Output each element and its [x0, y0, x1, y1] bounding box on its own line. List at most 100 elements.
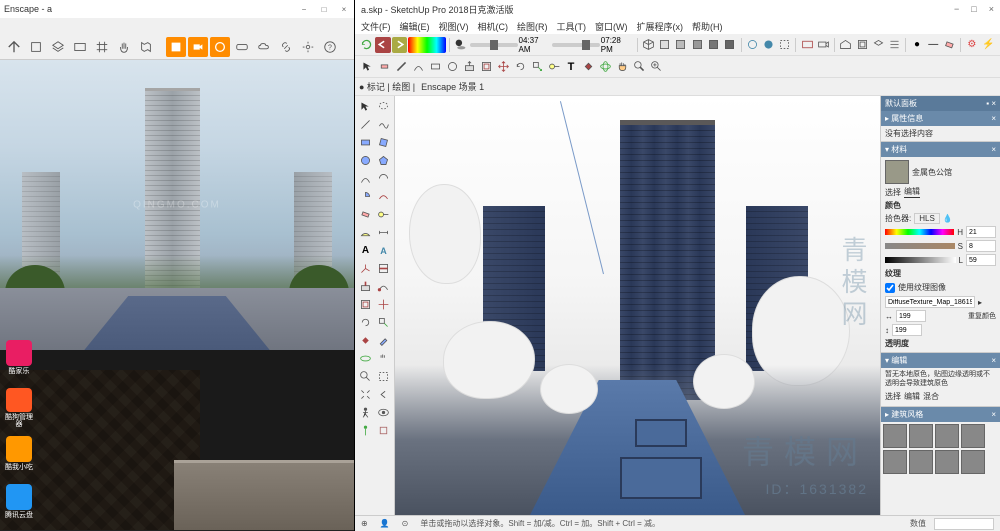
tex-width-input[interactable] — [896, 310, 926, 322]
desktop-icon-3[interactable]: 腾讯云盘 — [2, 484, 36, 524]
warehouse-icon[interactable] — [838, 37, 853, 53]
tool-link-icon[interactable] — [276, 37, 296, 57]
menu-file[interactable]: 文件(F) — [361, 20, 391, 33]
maximize-button[interactable]: □ — [318, 3, 330, 15]
enscape-viewport[interactable]: QINGMO.COM — [0, 60, 354, 531]
menu-extensions[interactable]: 扩展程序(x) — [637, 20, 684, 33]
lt-tape-icon[interactable] — [375, 206, 392, 223]
line-icon[interactable]: — — [926, 37, 941, 53]
eraser-icon[interactable] — [376, 59, 392, 75]
lt-protractor-icon[interactable] — [357, 224, 374, 241]
style-thumb[interactable] — [935, 450, 959, 474]
lt-move-icon[interactable] — [375, 296, 392, 313]
su-maximize-button[interactable]: □ — [971, 4, 976, 14]
tool-nav-icon[interactable] — [4, 37, 24, 57]
xray-icon[interactable] — [777, 37, 792, 53]
tool-hand-icon[interactable] — [114, 37, 134, 57]
lt-section2-icon[interactable] — [375, 422, 392, 439]
lt-look-icon[interactable] — [375, 404, 392, 421]
close-icon[interactable]: × — [991, 145, 996, 154]
tex-height-input[interactable] — [892, 324, 922, 336]
lt-lasso-icon[interactable] — [375, 98, 392, 115]
desktop-icon-2[interactable]: 酷我小吃 — [2, 436, 36, 476]
orbit-icon[interactable] — [597, 59, 613, 75]
materials-header[interactable]: ▾ 材料 × — [881, 142, 1000, 157]
browse-icon[interactable]: ▸ — [978, 298, 982, 307]
h-input[interactable] — [966, 226, 996, 238]
tool-map-icon[interactable] — [136, 37, 156, 57]
undo-icon[interactable] — [375, 37, 390, 53]
tool-cloud-icon[interactable] — [254, 37, 274, 57]
lt-rotate-icon[interactable] — [357, 314, 374, 331]
scale-icon[interactable] — [529, 59, 545, 75]
outliner-icon[interactable] — [887, 37, 902, 53]
close-icon[interactable]: × — [991, 410, 996, 419]
offset-icon[interactable] — [478, 59, 494, 75]
minimize-button[interactable]: − — [298, 3, 310, 15]
plugin-icon[interactable]: ⚙ — [964, 37, 979, 53]
lt-dim-icon[interactable] — [375, 224, 392, 241]
text-icon[interactable]: T — [563, 59, 579, 75]
tab-edit2[interactable]: 编辑 — [904, 392, 920, 402]
refresh-icon[interactable] — [359, 37, 374, 53]
lt-rect-icon[interactable] — [357, 134, 374, 151]
front-icon[interactable] — [673, 37, 688, 53]
tray-close-icon[interactable]: ▪ × — [986, 99, 996, 108]
tray-header[interactable]: 默认面板 ▪ × — [881, 96, 1000, 111]
entity-info-header[interactable]: ▸ 属性信息 × — [881, 111, 1000, 126]
picker-dropdown[interactable]: HLS — [914, 213, 940, 224]
paint-icon[interactable] — [580, 59, 596, 75]
move-icon[interactable] — [495, 59, 511, 75]
style-thumb[interactable] — [883, 450, 907, 474]
style-thumb[interactable] — [961, 424, 985, 448]
close-icon[interactable]: × — [991, 356, 996, 365]
edit-header[interactable]: ▾ 编辑 × — [881, 353, 1000, 368]
enscape-scene[interactable]: Enscape 场景 1 — [421, 80, 484, 93]
top-icon[interactable] — [657, 37, 672, 53]
lt-select-icon[interactable] — [357, 98, 374, 115]
tab-edit[interactable]: 编辑 — [904, 186, 920, 198]
tool-layers-icon[interactable] — [48, 37, 68, 57]
lt-pan-icon[interactable] — [375, 350, 392, 367]
right-icon[interactable] — [690, 37, 705, 53]
material-swatch[interactable] — [885, 160, 909, 184]
line2-icon[interactable] — [393, 59, 409, 75]
tool-help-icon[interactable]: ? — [320, 37, 340, 57]
lt-zoomwin-icon[interactable] — [375, 368, 392, 385]
menu-window[interactable]: 窗口(W) — [595, 20, 628, 33]
lt-line-icon[interactable] — [357, 116, 374, 133]
lum-slider[interactable] — [885, 257, 956, 263]
person-icon[interactable]: 👤 — [380, 519, 390, 528]
use-texture-checkbox[interactable] — [885, 283, 895, 293]
pushpull-icon[interactable] — [461, 59, 477, 75]
lt-axes-icon[interactable] — [357, 260, 374, 277]
left-icon[interactable] — [722, 37, 737, 53]
menu-tools[interactable]: 工具(T) — [557, 20, 587, 33]
tool-render-icon[interactable] — [166, 37, 186, 57]
lt-pie-icon[interactable] — [357, 188, 374, 205]
scene-icon[interactable] — [799, 37, 814, 53]
lt-circle-icon[interactable] — [357, 152, 374, 169]
zoomext-icon[interactable] — [648, 59, 664, 75]
lt-eraser-icon[interactable] — [357, 206, 374, 223]
style2-icon[interactable] — [761, 37, 776, 53]
style-thumb[interactable] — [883, 424, 907, 448]
lt-arc3-icon[interactable] — [375, 188, 392, 205]
dot-icon[interactable]: ● — [909, 37, 924, 53]
lt-prev-icon[interactable] — [375, 386, 392, 403]
tab-select[interactable]: 选择 — [885, 187, 901, 198]
component-icon[interactable] — [854, 37, 869, 53]
select-icon[interactable] — [359, 59, 375, 75]
shadow-icon[interactable] — [453, 37, 468, 53]
zoom-icon[interactable] — [631, 59, 647, 75]
lt-sample-icon[interactable] — [375, 332, 392, 349]
circle-icon[interactable] — [444, 59, 460, 75]
menu-edit[interactable]: 编辑(E) — [400, 20, 430, 33]
l-input[interactable] — [966, 254, 996, 266]
rect-icon[interactable] — [427, 59, 443, 75]
menu-draw[interactable]: 绘图(R) — [517, 20, 548, 33]
styles-header[interactable]: ▸ 建筑风格 × — [881, 407, 1000, 422]
tool-video-icon[interactable] — [188, 37, 208, 57]
eyedropper-icon[interactable]: 💧 — [943, 214, 953, 223]
su-close-button[interactable]: × — [989, 4, 994, 14]
